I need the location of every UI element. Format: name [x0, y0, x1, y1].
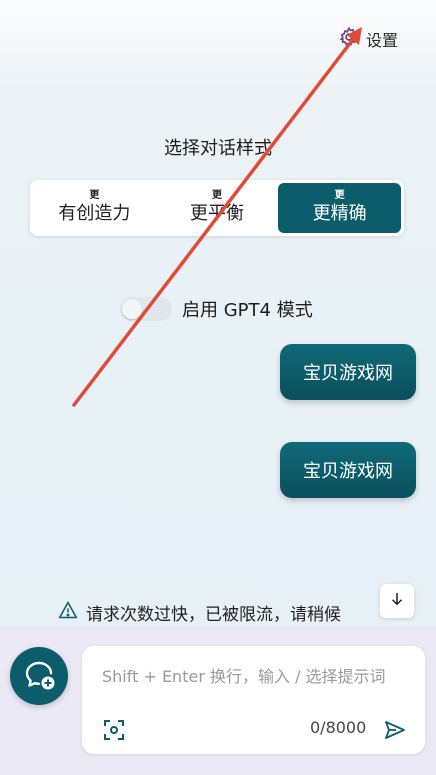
- gpt4-label: 启用 GPT4 模式: [182, 300, 313, 321]
- char-counter: 0/8000: [310, 718, 367, 737]
- message-composer: 0/8000: [82, 646, 425, 754]
- warning-icon: [58, 600, 78, 625]
- gpt4-mode-row: 启用 GPT4 模式: [120, 296, 313, 322]
- style-option-prefix: 更: [89, 190, 100, 201]
- toggle-knob: [122, 299, 142, 319]
- settings-label: 设置: [365, 31, 398, 50]
- rate-limit-notice: 请求次数过快，已被限流，请稍候: [58, 598, 388, 626]
- style-option-label: 更精确: [312, 203, 367, 224]
- style-option-creative[interactable]: 更 有创造力: [33, 183, 156, 233]
- user-message[interactable]: 宝贝游戏网: [280, 442, 416, 498]
- style-option-label: 更平衡: [190, 203, 244, 224]
- style-option-label: 有创造力: [58, 203, 131, 224]
- style-option-prefix: 更: [212, 190, 222, 201]
- notice-text: 请求次数过快，已被限流，请稍候: [86, 604, 341, 625]
- new-chat-button[interactable]: [10, 647, 68, 705]
- message-input[interactable]: [100, 662, 412, 690]
- arrow-down-icon: [388, 590, 406, 612]
- user-message[interactable]: 宝贝游戏网: [280, 344, 416, 400]
- style-option-prefix: 更: [334, 190, 345, 201]
- image-scan-icon[interactable]: [102, 718, 126, 742]
- gear-icon: [338, 26, 360, 52]
- style-option-precise[interactable]: 更 更精确: [278, 183, 402, 233]
- chat-plus-icon: [21, 656, 57, 696]
- style-selector-title: 选择对话样式: [164, 138, 272, 159]
- style-option-balanced[interactable]: 更 更平衡: [156, 183, 279, 233]
- gpt4-toggle[interactable]: [120, 297, 172, 321]
- scroll-down-button[interactable]: [380, 584, 414, 618]
- settings-button[interactable]: 设置: [338, 26, 398, 52]
- send-icon[interactable]: [383, 718, 407, 742]
- conversation-style-selector: 更 有创造力 更 更平衡 更 更精确: [30, 180, 404, 236]
